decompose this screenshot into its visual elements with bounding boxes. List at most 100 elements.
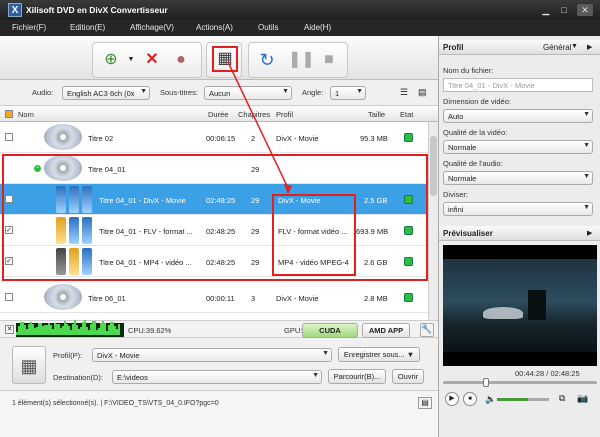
row-name: Titre 02 — [88, 134, 114, 143]
menu-actions[interactable]: Actions(A) — [196, 23, 233, 32]
cuda-button[interactable]: CUDA — [302, 323, 358, 338]
row-duration: 00:06:15 — [206, 134, 236, 143]
chevron-down-icon: ▼ — [282, 88, 289, 95]
chevron-down-icon: ▼ — [583, 111, 590, 118]
volume-icon[interactable]: 🔈 — [485, 394, 496, 405]
video-dimension-select[interactable]: Auto ▼ — [443, 109, 593, 123]
split-select[interactable]: infini ▼ — [443, 202, 593, 216]
window-title: Xilisoft DVD en DivX Convertisseur — [26, 5, 168, 15]
row-size: 2.8 MB — [364, 294, 388, 303]
title-bar: X Xilisoft DVD en DivX Convertisseur ▁ □… — [0, 0, 600, 20]
col-profile[interactable]: Profil — [276, 110, 293, 119]
pause-icon[interactable]: ❚❚ — [288, 49, 315, 71]
browse-button[interactable]: Parcourir(B)... — [328, 369, 386, 384]
col-name[interactable]: Nom — [18, 110, 34, 119]
subtitles-value: Aucun — [209, 89, 231, 98]
profile-highlight-frame — [272, 194, 356, 276]
expand-arrow-icon[interactable]: ▶ — [587, 43, 592, 51]
video-quality-select[interactable]: Normale ▼ — [443, 140, 593, 154]
select-all-checkbox[interactable] — [5, 110, 13, 118]
play-icon[interactable]: ▶ — [445, 392, 459, 406]
volume-slider[interactable] — [497, 398, 549, 401]
add-output-profile-icon[interactable]: ▦ — [212, 46, 238, 72]
seek-thumb[interactable] — [483, 378, 489, 387]
status-ok-icon — [404, 133, 413, 142]
subtitles-select[interactable]: Aucun ▼ — [204, 86, 292, 100]
chevron-down-icon: ▼ — [583, 204, 590, 211]
chevron-down-icon: ▼ — [583, 142, 590, 149]
minimize-icon[interactable]: ▁ — [538, 4, 554, 16]
time-readout: 00:44:28 / 02:48:25 — [515, 369, 580, 378]
destination-value: E:\videos — [117, 373, 148, 382]
chevron-down-icon[interactable]: ▼ — [571, 43, 578, 50]
detail-view-icon[interactable]: ▤ — [418, 87, 430, 98]
scrollbar-thumb[interactable] — [430, 136, 437, 196]
right-panel: Profil Général ▼ ▶ Nom du fichier: Titre… — [438, 36, 600, 437]
profile-preview-icon: ▦ — [12, 346, 46, 384]
cpu-label: CPU:39.62% — [128, 326, 172, 335]
status-text: 1 élément(s) sélectionné(s). | F:\VIDEO_… — [12, 400, 219, 407]
chevron-down-icon: ▼ — [312, 372, 319, 379]
info-icon[interactable]: ● — [170, 49, 192, 71]
split-label: Diviser: — [443, 190, 469, 199]
add-file-icon[interactable]: ⊕ — [100, 49, 122, 71]
angle-select[interactable]: 1 ▼ — [330, 86, 366, 100]
close-window-icon[interactable]: ✕ — [577, 4, 593, 16]
col-duration[interactable]: Durée — [208, 110, 228, 119]
convert-icon[interactable]: ↻ — [256, 49, 278, 71]
output-panel: ▦ Profil(P): DivX - Movie ▼ Enregistrer s… — [0, 338, 438, 390]
list-view-icon[interactable]: ☰ — [400, 87, 412, 98]
profile-head: Profil — [443, 43, 464, 52]
menu-aide[interactable]: Aide(H) — [304, 23, 331, 32]
table-row[interactable]: Titre 02 00:06:15 2 DivX - Movie 95.3 MB — [0, 122, 428, 153]
row-profile: DivX - Movie — [276, 134, 319, 143]
row-checkbox[interactable] — [5, 293, 13, 301]
filename-input[interactable]: Titre 04_01 - DivX - Movie — [443, 78, 593, 92]
col-size[interactable]: Taille — [368, 110, 385, 119]
audio-value: English AC3 6ch (0x — [67, 89, 135, 98]
save-as-button[interactable]: Enregistrer sous... ▼ — [338, 347, 420, 362]
seek-bar[interactable] — [443, 378, 597, 387]
settings-wrench-icon[interactable]: 🔧 — [420, 323, 434, 337]
table-row[interactable]: Titre 06_01 00:00:11 3 DivX - Movie 2.8 … — [0, 282, 428, 313]
row-checkbox[interactable] — [5, 133, 13, 141]
options-bar: Audio: English AC3 6ch (0x ▼ Sous-titres:… — [0, 80, 438, 106]
video-dimension-label: Dimension de vidéo: — [443, 97, 511, 106]
maximize-icon[interactable]: □ — [556, 4, 572, 16]
stop-icon[interactable]: ■ — [318, 49, 340, 71]
profile-select[interactable]: DivX - Movie ▼ — [92, 348, 332, 362]
log-icon[interactable]: ▤ — [418, 397, 432, 409]
preview-head: Prévisualiser — [443, 229, 493, 238]
cpu-graph — [16, 320, 124, 337]
menu-edition[interactable]: Edition(E) — [70, 23, 105, 32]
collapse-cpu-icon[interactable]: ✕ — [5, 325, 14, 334]
row-name: Titre 06_01 — [88, 294, 126, 303]
preview-video[interactable] — [443, 245, 597, 366]
snapshot-icon[interactable]: 📷 — [577, 393, 588, 404]
list-scrollbar[interactable] — [428, 122, 438, 320]
fullscreen-icon[interactable]: ⧉ — [559, 393, 565, 404]
general-tab[interactable]: Général — [543, 43, 571, 52]
profile-panel-header: Profil Général ▼ ▶ — [439, 40, 600, 55]
row-profile: DivX - Movie — [276, 294, 319, 303]
audio-quality-select[interactable]: Normale ▼ — [443, 171, 593, 185]
col-chapters[interactable]: Chapitres — [238, 110, 270, 119]
remove-icon[interactable]: ✕ — [141, 49, 163, 71]
stop-playback-icon[interactable]: ■ — [463, 392, 477, 406]
add-dropdown-icon[interactable]: ▼ — [120, 49, 142, 71]
subtitles-label: Sous-titres: — [160, 88, 198, 97]
dvd-disc-icon — [44, 284, 82, 310]
menu-affichage[interactable]: Affichage(V) — [130, 23, 174, 32]
destination-input[interactable]: E:\videos ▼ — [112, 370, 322, 384]
col-state[interactable]: Etat — [400, 110, 413, 119]
amd-app-button[interactable]: AMD APP — [362, 323, 410, 338]
menu-outils[interactable]: Outils — [258, 23, 278, 32]
open-button[interactable]: Ouvrir — [392, 369, 424, 384]
save-as-label: Enregistrer sous... — [343, 350, 405, 359]
menu-fichier[interactable]: Fichier(F) — [12, 23, 46, 32]
column-header: Nom Durée Chapitres Profil Taille Etat — [0, 106, 438, 122]
row-duration: 00:00:11 — [206, 294, 235, 303]
audio-select[interactable]: English AC3 6ch (0x ▼ — [62, 86, 150, 100]
file-list: Titre 02 00:06:15 2 DivX - Movie 95.3 MB… — [0, 122, 438, 320]
expand-arrow-icon[interactable]: ▶ — [587, 229, 592, 237]
